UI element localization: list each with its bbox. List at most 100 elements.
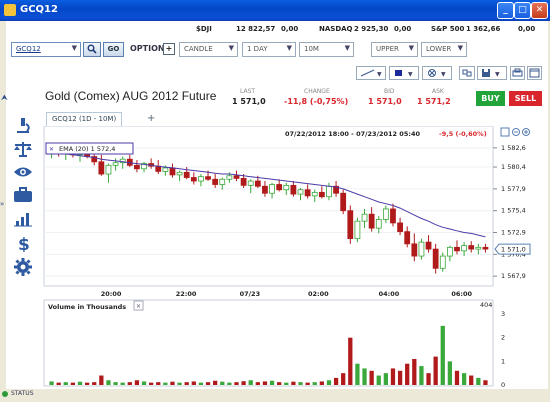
candle-body <box>219 178 226 185</box>
candle-body <box>304 189 311 197</box>
buy-button[interactable]: BUY <box>476 91 505 106</box>
option-add-button[interactable]: + <box>163 43 175 55</box>
ema-legend-label: EMA (20) 1 572,4 <box>59 145 115 153</box>
candle-body <box>382 208 389 220</box>
microscope-icon[interactable] <box>12 116 34 134</box>
add-tab-button[interactable]: + <box>147 113 155 124</box>
link-button[interactable] <box>459 66 475 80</box>
volume-bar <box>141 381 147 385</box>
last-label: LAST <box>240 88 256 95</box>
candle-body <box>446 246 453 257</box>
candle-body <box>326 185 332 198</box>
svg-text:▼: ▼ <box>441 71 446 78</box>
quote-change: 0,00 <box>281 25 299 33</box>
chevron-down-icon: ▼ <box>344 44 350 52</box>
eye-icon[interactable] <box>12 163 34 181</box>
time-tick-label: 02:00 <box>308 290 329 298</box>
volume-tick-label: 2 <box>501 334 505 342</box>
color-picker-button[interactable]: ▼ <box>389 66 419 80</box>
zoom-fit-icon[interactable] <box>500 127 510 137</box>
ema-close-icon[interactable]: ✕ <box>49 146 54 153</box>
minimize-button[interactable]: _ <box>497 2 514 19</box>
candle-body <box>290 184 297 195</box>
symbol-input[interactable]: GCQ12 ▼ <box>11 42 81 57</box>
volume-bar <box>319 381 324 385</box>
last-value: 1 571,0 <box>232 97 266 106</box>
chevron-down-icon: ▼ <box>286 44 292 52</box>
time-tick-label: 06:00 <box>451 290 472 298</box>
volume-bar <box>198 382 204 385</box>
gear-icon[interactable] <box>12 258 34 276</box>
save-button[interactable]: ▼ <box>477 66 507 80</box>
volume-bar <box>483 380 488 385</box>
price-tick-label: 1 575,4 <box>501 207 526 215</box>
candle-body <box>397 222 403 233</box>
volume-bar <box>277 382 282 385</box>
expand-panel-icon[interactable]: » <box>0 200 4 208</box>
volume-bar <box>63 382 68 385</box>
volume-bar <box>362 368 367 385</box>
volume-bar <box>213 380 218 385</box>
chart-type-select[interactable]: CANDLE ▼ <box>179 42 238 57</box>
upper-indicator-select[interactable]: UPPER ▼ <box>371 42 418 57</box>
print-button[interactable] <box>510 66 525 80</box>
crosshair-button[interactable]: ▼ <box>422 66 452 80</box>
collapse-up-icon[interactable]: ⮝ <box>1 93 8 103</box>
candle-body <box>98 161 105 175</box>
tab-chart[interactable]: GCQ12 (1D - 10M) <box>46 112 123 126</box>
ask-label: ASK <box>432 88 444 95</box>
window-icon <box>529 68 540 78</box>
bar-chart-icon[interactable] <box>12 210 34 228</box>
price-chart[interactable]: ✕ EMA (20) 1 572,4 07/22/2012 18:00 - 07… <box>40 125 548 389</box>
volume-tick-label: 3 <box>501 310 505 318</box>
candle-body <box>176 171 183 176</box>
volume-bar <box>426 373 431 385</box>
volume-bar <box>419 366 424 385</box>
candle <box>347 205 354 244</box>
candle-body <box>134 164 140 170</box>
last-price-tag: 1 571,0 <box>494 243 531 255</box>
chevron-down-icon: ▼ <box>71 44 77 52</box>
symbol-value: GCQ12 <box>16 45 41 53</box>
scales-icon[interactable] <box>12 140 34 158</box>
briefcase-icon[interactable] <box>12 186 34 204</box>
candle-body <box>155 165 162 172</box>
chart-area[interactable]: ✕ EMA (20) 1 572,4 07/22/2012 18:00 - 07… <box>40 125 548 389</box>
volume-bar <box>56 382 61 385</box>
candle-body <box>461 245 467 252</box>
chevron-down-icon: ▼ <box>228 44 234 52</box>
maximize-button[interactable]: □ <box>514 2 531 19</box>
volume-bar <box>99 375 104 385</box>
candle-body <box>226 175 233 180</box>
window-title-bar[interactable]: GCQ12 _ □ ✕ <box>0 0 550 21</box>
status-indicator-icon <box>2 391 8 397</box>
volume-bar <box>227 382 232 385</box>
interval-value: 10M <box>304 45 319 53</box>
volume-bar <box>341 373 346 385</box>
quote-name: $DJI <box>196 25 212 33</box>
layout-button[interactable] <box>527 66 542 80</box>
close-button[interactable]: ✕ <box>531 2 548 19</box>
candle-body <box>283 184 290 191</box>
line-tool-button[interactable]: ▼ <box>356 66 386 80</box>
volume-bar <box>120 382 125 385</box>
dollar-icon[interactable]: $ <box>12 234 34 252</box>
option-label: OPTION <box>130 44 165 53</box>
zoom-controls[interactable] <box>500 127 530 137</box>
candle-body <box>254 180 261 187</box>
volume-bar <box>348 337 353 385</box>
lower-indicator-select[interactable]: LOWER ▼ <box>421 42 467 57</box>
candle-body <box>418 241 425 257</box>
period-select[interactable]: 1 DAY ▼ <box>242 42 296 57</box>
svg-text:$: $ <box>18 235 30 252</box>
volume-bar <box>92 382 97 385</box>
candle-body <box>269 184 275 194</box>
window-title: GCQ12 <box>20 4 58 15</box>
sell-button[interactable]: SELL <box>509 91 542 106</box>
volume-bar <box>461 373 467 385</box>
quote-change: 0,00 <box>518 25 536 33</box>
search-button[interactable] <box>83 42 101 57</box>
interval-select[interactable]: 10M ▼ <box>299 42 354 57</box>
go-button[interactable]: GO <box>103 42 124 57</box>
drawing-toolbar: ▼ ▼ ▼ ▼ <box>6 60 548 84</box>
